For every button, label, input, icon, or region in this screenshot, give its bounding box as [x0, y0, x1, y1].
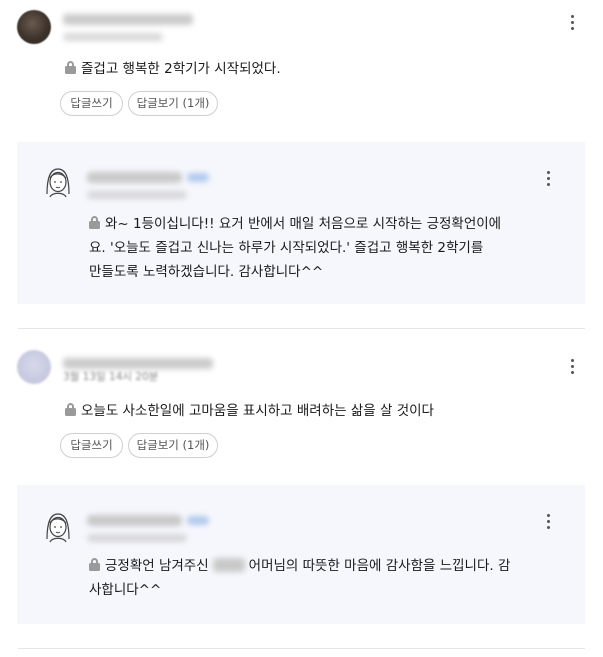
reply-text-line-1: 와~ 1등이십니다!! 요거 반에서 매일 처음으로 시작하는 긍정확언이에	[89, 212, 501, 236]
avatar[interactable]	[17, 350, 51, 384]
write-reply-button[interactable]: 답글쓰기	[60, 91, 123, 116]
reply-2: 긍정확언 남겨주신 어머님의 따뜻한 마음에 감사함을 느낍니다. 감 사합니다^…	[17, 485, 585, 624]
view-replies-button[interactable]: 답글보기 (1개)	[128, 433, 218, 458]
reply-text-line-2: 사합니다^^	[89, 582, 162, 598]
author-name-redacted	[63, 14, 193, 25]
lock-icon	[89, 558, 100, 571]
teacher-badge-redacted	[187, 516, 209, 525]
reply-1: 와~ 1등이십니다!! 요거 반에서 매일 처음으로 시작하는 긍정확언이에 요…	[17, 142, 585, 304]
author-name-redacted	[87, 172, 182, 183]
comment-timestamp: 3월 13일 14시 20분	[63, 371, 159, 383]
comment-text: 즐겁고 행복한 2학기가 시작되었다.	[81, 61, 281, 77]
view-replies-button[interactable]: 답글보기 (1개)	[128, 91, 218, 116]
author-name-redacted	[63, 358, 213, 369]
teacher-face-icon	[46, 168, 70, 198]
lock-icon	[65, 403, 76, 416]
reply-text-line-3: 만들도록 노력하겠습니다. 감사합니다^^	[89, 264, 324, 280]
divider	[18, 328, 585, 329]
lock-icon	[65, 61, 76, 74]
comment-text: 오늘도 사소한일에 고마움을 표시하고 배려하는 삶을 살 것이다	[81, 403, 434, 419]
timestamp-redacted	[63, 33, 163, 41]
divider	[18, 648, 585, 649]
more-vertical-icon[interactable]	[565, 12, 579, 32]
more-vertical-icon[interactable]	[541, 168, 555, 188]
more-vertical-icon[interactable]	[565, 356, 579, 376]
reply-text-line-1: 긍정확언 남겨주신 어머님의 따뜻한 마음에 감사함을 느낍니다. 감	[89, 554, 510, 578]
write-reply-button[interactable]: 답글쓰기	[60, 433, 123, 458]
avatar[interactable]	[17, 10, 51, 44]
author-name-redacted	[87, 515, 182, 526]
teacher-face-icon	[46, 513, 70, 543]
comment-text-line: 즐겁고 행복한 2학기가 시작되었다.	[65, 57, 281, 81]
comment-text-line: 오늘도 사소한일에 고마움을 표시하고 배려하는 삶을 살 것이다	[65, 399, 434, 423]
reply-text-line-2: 요. '오늘도 즐겁고 신나는 하루가 시작되었다.' 즐겁고 행복한 2학기를	[89, 240, 484, 256]
timestamp-redacted	[87, 534, 187, 542]
name-redacted	[212, 558, 245, 572]
more-vertical-icon[interactable]	[541, 511, 555, 531]
lock-icon	[89, 216, 100, 229]
timestamp-redacted	[87, 191, 187, 199]
teacher-badge-redacted	[187, 173, 209, 182]
